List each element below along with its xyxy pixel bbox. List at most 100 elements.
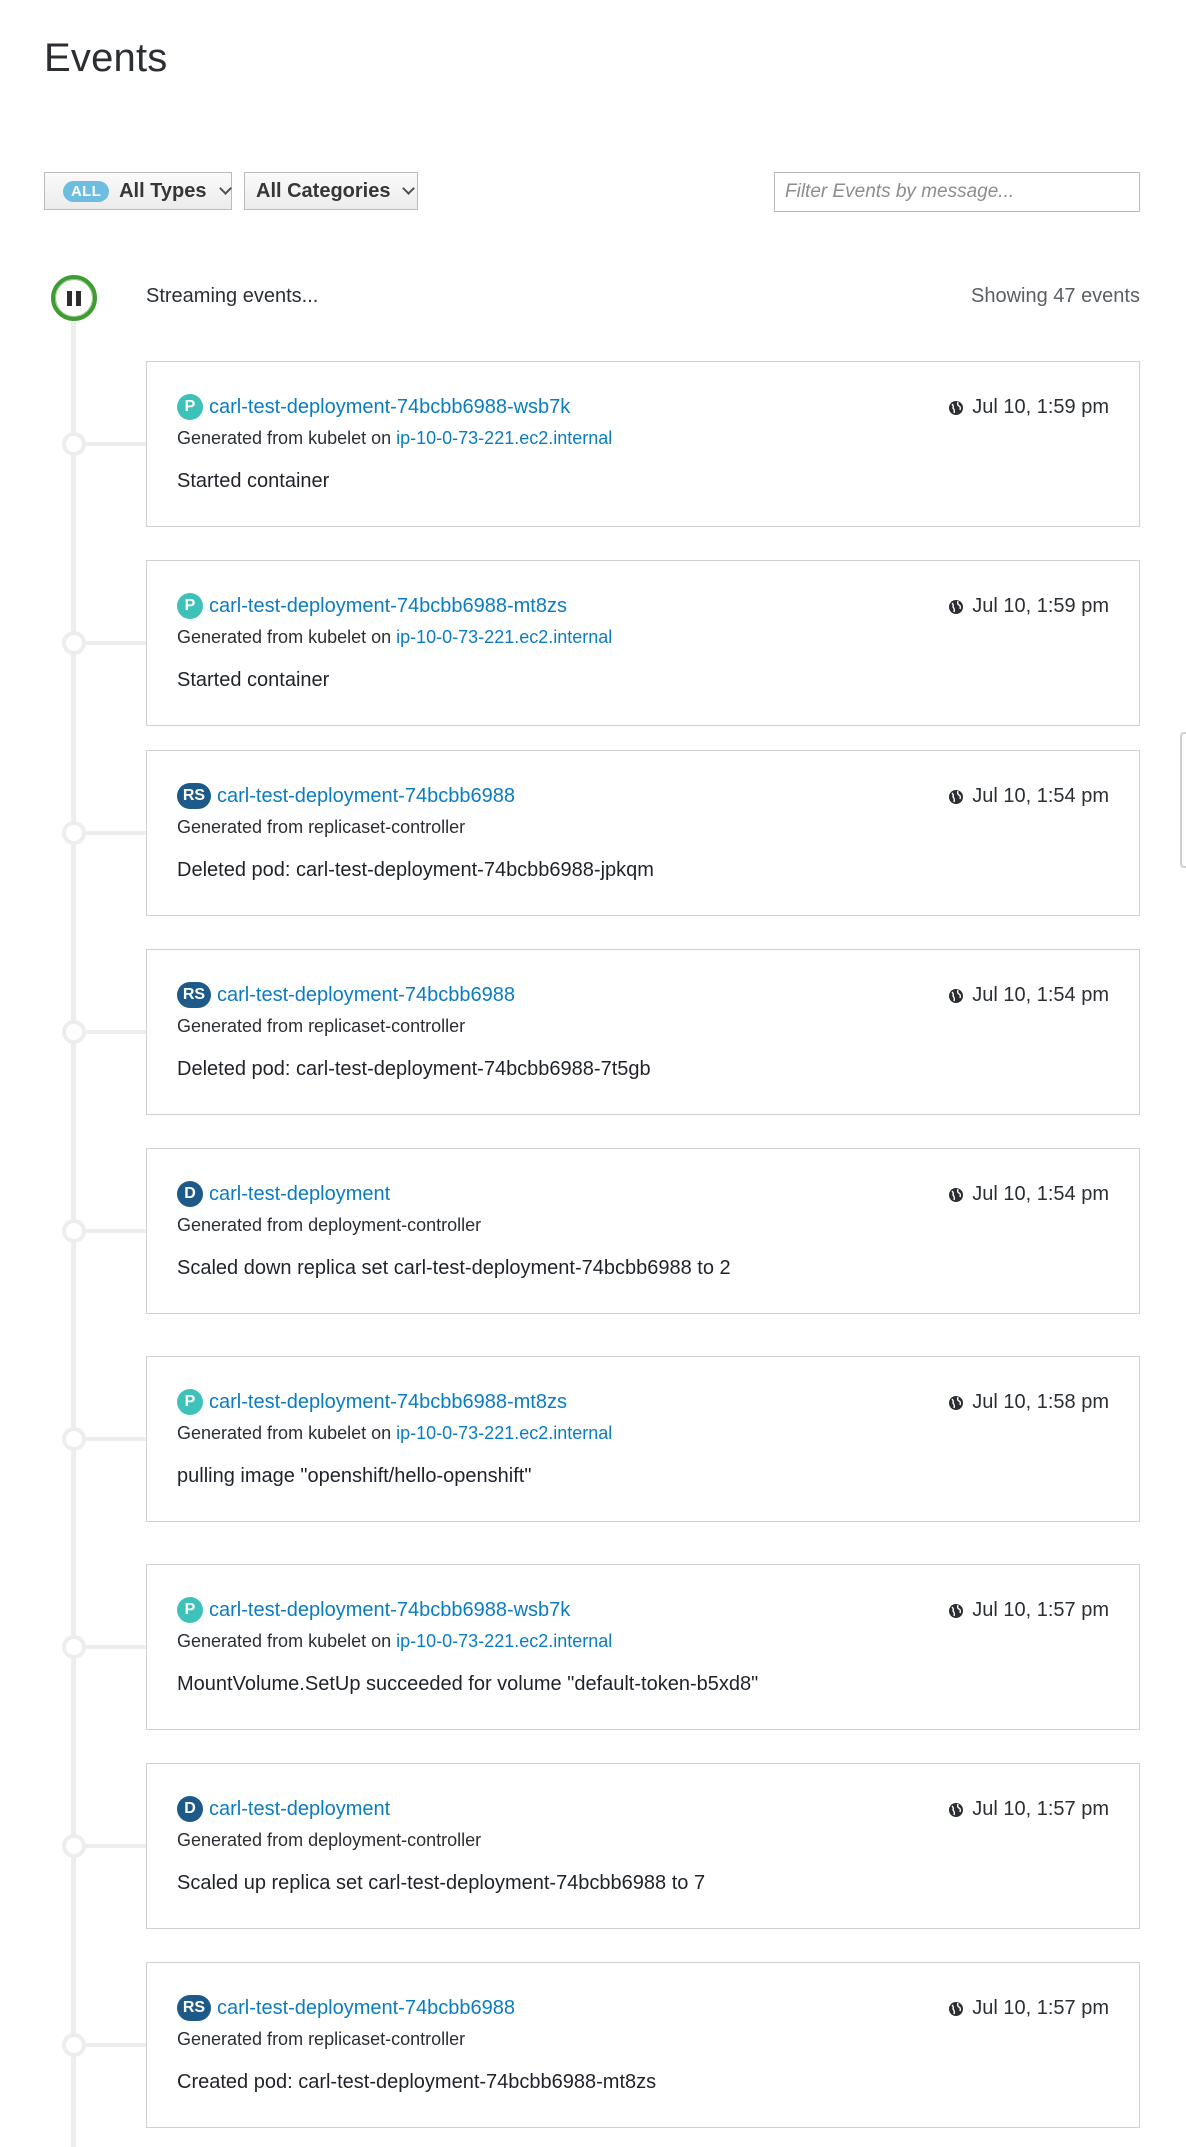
globe-icon (949, 988, 964, 1003)
timeline-node (62, 1427, 86, 1451)
event-source-text: Generated from deployment-controller (177, 1215, 482, 1235)
event-header: Pcarl-test-deployment-74bcbb6988-mt8zs (177, 593, 567, 619)
event-card: RS carl-test-deployment-74bcbb6988 Jul 10,… (146, 1962, 1140, 2128)
resource-name-link[interactable]: carl-test-deployment-74bcbb6988-wsb7k (209, 1599, 570, 1622)
event-timestamp: Jul 10, 1:57 pm (948, 1599, 1109, 1622)
timeline-connector (86, 2043, 146, 2047)
pause-streaming-button[interactable] (51, 275, 97, 321)
event-source: Generated from kubelet on ip-10-0-73-221… (177, 428, 612, 449)
timeline-node (62, 1834, 86, 1858)
timeline-node (62, 432, 86, 456)
event-header: RS carl-test-deployment-74bcbb6988 (177, 982, 515, 1008)
resource-name-link[interactable]: carl-test-deployment-74bcbb6988-mt8zs (209, 1391, 567, 1414)
node-link[interactable]: ip-10-0-73-221.ec2.internal (396, 627, 612, 647)
resource-name-link[interactable]: carl-test-deployment (209, 1798, 390, 1821)
event-header: RS carl-test-deployment-74bcbb6988 (177, 783, 515, 809)
globe-icon (949, 789, 964, 804)
filter-events-input[interactable] (774, 172, 1140, 212)
streaming-status: Streaming events... (146, 285, 319, 307)
event-categories-label: All Categories (256, 179, 391, 202)
event-header: Pcarl-test-deployment-74bcbb6988-wsb7k (177, 1597, 570, 1623)
event-card: RS carl-test-deployment-74bcbb6988 Jul 10,… (146, 949, 1140, 1115)
event-card: Pcarl-test-deployment-74bcbb6988-wsb7k Ju… (146, 1564, 1140, 1730)
timeline-connector (86, 1030, 146, 1034)
event-header: Pcarl-test-deployment-74bcbb6988-mt8zs (177, 1389, 567, 1415)
timeline-node (62, 2033, 86, 2057)
event-card: Pcarl-test-deployment-74bcbb6988-mt8zs Ju… (146, 1356, 1140, 1522)
globe-icon (949, 1187, 964, 1202)
event-card: Pcarl-test-deployment-74bcbb6988-mt8zs Ju… (146, 560, 1140, 726)
event-timestamp: Jul 10, 1:58 pm (948, 1391, 1109, 1414)
timeline-connector (86, 641, 146, 645)
event-card: Pcarl-test-deployment-74bcbb6988-wsb7k Ju… (146, 361, 1140, 527)
resource-name-link[interactable]: carl-test-deployment-74bcbb6988 (217, 785, 515, 808)
timeline-node (62, 1219, 86, 1243)
resource-kind-badge: P (177, 1389, 203, 1415)
event-card: RS carl-test-deployment-74bcbb6988 Jul 10,… (146, 750, 1140, 916)
resource-name-link[interactable]: carl-test-deployment-74bcbb6988 (217, 1997, 515, 2020)
timeline-node (62, 1635, 86, 1659)
chevron-down-icon (402, 182, 416, 195)
event-message: Started container (177, 470, 330, 492)
event-message: Created pod: carl-test-deployment-74bcbb… (177, 2071, 657, 2093)
event-message: Scaled down replica set carl-test-deploy… (177, 1257, 731, 1279)
event-message: Deleted pod: carl-test-deployment-74bcbb… (177, 859, 654, 881)
event-source: Generated from kubelet on ip-10-0-73-221… (177, 1423, 612, 1444)
globe-icon (949, 599, 964, 614)
event-source: Generated from kubelet on ip-10-0-73-221… (177, 627, 612, 648)
event-source: Generated from kubelet on ip-10-0-73-221… (177, 1631, 612, 1652)
node-link[interactable]: ip-10-0-73-221.ec2.internal (396, 1631, 612, 1651)
event-source-text: Generated from kubelet on (177, 1423, 397, 1443)
event-source-text: Generated from kubelet on (177, 1631, 397, 1651)
node-link[interactable]: ip-10-0-73-221.ec2.internal (396, 428, 612, 448)
event-categories-dropdown[interactable]: All Categories (244, 172, 418, 210)
timeline-connector (86, 1437, 146, 1441)
event-message: MountVolume.SetUp succeeded for volume "… (177, 1673, 759, 1695)
event-source-text: Generated from replicaset-controller (177, 1016, 466, 1036)
pause-icon (67, 290, 81, 306)
event-source: Generated from replicaset-controller (177, 2029, 465, 2050)
chevron-down-icon (218, 182, 232, 195)
globe-icon (949, 1802, 964, 1817)
resource-name-link[interactable]: carl-test-deployment-74bcbb6988-mt8zs (209, 595, 567, 618)
resource-kind-badge: D (177, 1796, 203, 1822)
event-time-text: Jul 10, 1:59 pm (972, 595, 1109, 617)
filter-toolbar: ALL All Types All Categories (44, 172, 1140, 212)
event-source: Generated from replicaset-controller (177, 1016, 465, 1037)
resource-name-link[interactable]: carl-test-deployment (209, 1183, 390, 1206)
timeline-node (62, 821, 86, 845)
event-time-text: Jul 10, 1:54 pm (972, 1183, 1109, 1205)
event-source-text: Generated from kubelet on (177, 428, 397, 448)
page-title: Events (44, 36, 168, 80)
event-timestamp: Jul 10, 1:54 pm (948, 984, 1109, 1007)
event-types-dropdown[interactable]: ALL All Types (44, 172, 232, 210)
resource-kind-badge: RS (177, 982, 211, 1008)
event-time-text: Jul 10, 1:54 pm (972, 984, 1109, 1006)
event-time-text: Jul 10, 1:57 pm (972, 1599, 1109, 1621)
resource-name-link[interactable]: carl-test-deployment-74bcbb6988-wsb7k (209, 396, 570, 419)
resource-name-link[interactable]: carl-test-deployment-74bcbb6988 (217, 984, 515, 1007)
globe-icon (949, 1395, 964, 1410)
event-header: Dcarl-test-deployment (177, 1796, 390, 1822)
event-message: Deleted pod: carl-test-deployment-74bcbb… (177, 1058, 651, 1080)
event-timestamp: Jul 10, 1:59 pm (948, 595, 1109, 618)
timeline-connector (86, 442, 146, 446)
event-header: Pcarl-test-deployment-74bcbb6988-wsb7k (177, 394, 570, 420)
node-link[interactable]: ip-10-0-73-221.ec2.internal (396, 1423, 612, 1443)
resource-kind-badge: D (177, 1181, 203, 1207)
event-source-text: Generated from replicaset-controller (177, 817, 466, 837)
event-message: Scaled up replica set carl-test-deployme… (177, 1872, 706, 1894)
resource-kind-badge: P (177, 1597, 203, 1623)
scrollbar[interactable] (1180, 732, 1186, 868)
resource-kind-badge: P (177, 593, 203, 619)
event-card: Dcarl-test-deployment Jul 10, 1:54 pm Gene… (146, 1148, 1140, 1314)
event-timestamp: Jul 10, 1:59 pm (948, 396, 1109, 419)
globe-icon (949, 400, 964, 415)
timeline-node (62, 1020, 86, 1044)
event-count: Showing 47 events (970, 285, 1140, 307)
event-source: Generated from deployment-controller (177, 1215, 481, 1236)
event-types-label: All Types (119, 179, 207, 202)
event-source-text: Generated from replicaset-controller (177, 2029, 466, 2049)
event-time-text: Jul 10, 1:57 pm (972, 1798, 1109, 1820)
event-time-text: Jul 10, 1:58 pm (972, 1391, 1109, 1413)
